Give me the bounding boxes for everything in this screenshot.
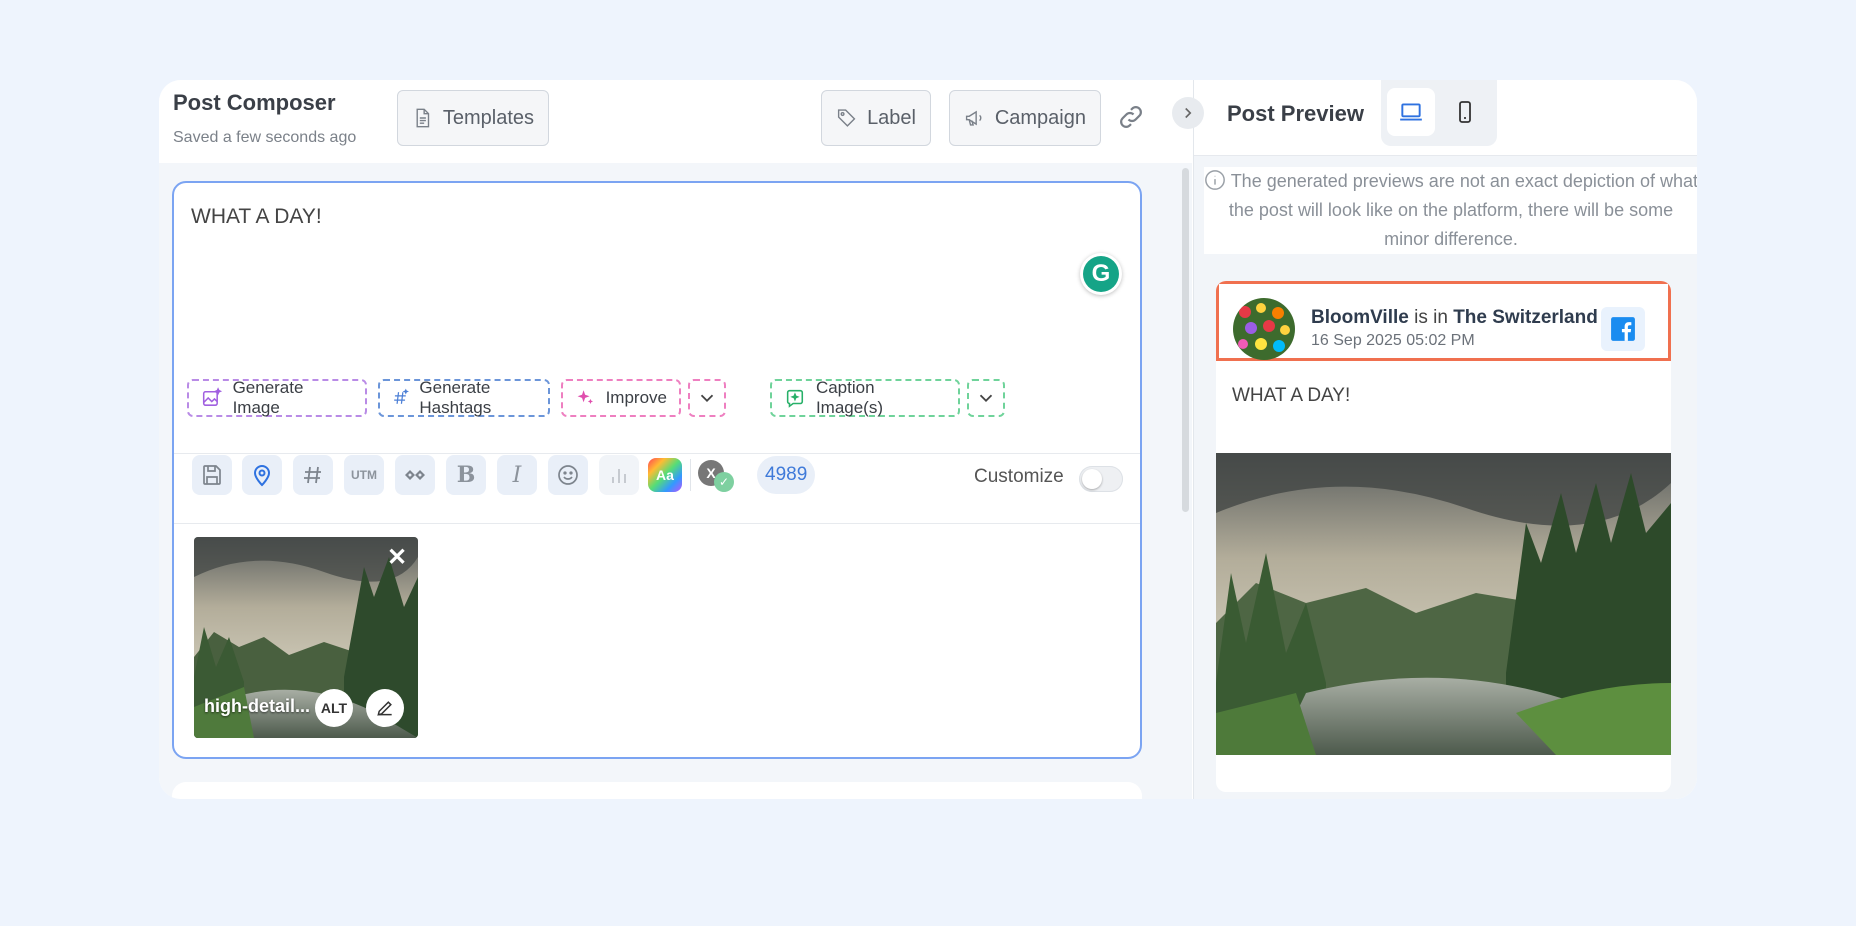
post-editor[interactable]: WHAT A DAY! G Generate Image Generate Ha… bbox=[172, 181, 1142, 759]
post-preview-text: WHAT A DAY! bbox=[1232, 385, 1351, 406]
italic-icon[interactable]: I bbox=[497, 455, 537, 495]
generate-hashtags-label: Generate Hashtags bbox=[419, 378, 492, 417]
location-icon[interactable] bbox=[242, 455, 282, 495]
sparkle-icon bbox=[577, 390, 594, 405]
desktop-icon[interactable] bbox=[1387, 88, 1435, 136]
avatar bbox=[1233, 298, 1295, 360]
post-header: BloomVille is in The Switzerland 16 Sep … bbox=[1216, 281, 1671, 361]
ai-image-icon bbox=[202, 387, 223, 406]
alt-text-button[interactable]: ALT bbox=[315, 689, 353, 727]
next-section-card bbox=[172, 782, 1142, 799]
x-verified-icon[interactable]: X ✓ bbox=[698, 458, 738, 494]
preview-pane: Post Preview The generated previews are … bbox=[1193, 80, 1697, 799]
templates-button[interactable]: Templates bbox=[397, 90, 549, 146]
megaphone-icon bbox=[965, 110, 982, 126]
saved-status: Saved a few seconds ago bbox=[173, 129, 357, 146]
post-preview-image bbox=[1216, 453, 1671, 755]
caption-images-button[interactable]: Caption Image(s) bbox=[770, 378, 960, 417]
divider bbox=[690, 459, 691, 491]
chevron-down-icon bbox=[700, 394, 714, 403]
facebook-post-preview: BloomVille is in The Switzerland 16 Sep … bbox=[1216, 281, 1671, 792]
improve-options-button[interactable] bbox=[688, 379, 726, 417]
improve-button[interactable]: Improve bbox=[561, 379, 681, 417]
media-filename: high-detail... bbox=[204, 696, 310, 716]
save-icon[interactable] bbox=[192, 455, 232, 495]
info-icon bbox=[1205, 170, 1225, 190]
label-label: Label bbox=[867, 106, 916, 129]
label-button[interactable]: Label bbox=[821, 90, 931, 146]
campaign-button[interactable]: Campaign bbox=[949, 90, 1101, 146]
post-composer-app: Post Composer Saved a few seconds ago Te… bbox=[159, 80, 1697, 799]
post-author-line: BloomVille is in The Switzerland bbox=[1311, 307, 1598, 329]
link-shortener-icon[interactable] bbox=[395, 455, 435, 495]
ai-caption-icon bbox=[786, 389, 804, 408]
account-name: BloomVille bbox=[1311, 307, 1409, 328]
character-count: 4989 bbox=[757, 456, 816, 494]
edit-media-button[interactable] bbox=[366, 689, 404, 727]
emoji-icon[interactable] bbox=[548, 455, 588, 495]
remove-media-button[interactable]: ✕ bbox=[386, 546, 408, 570]
post-date: 16 Sep 2025 05:02 PM bbox=[1311, 332, 1475, 349]
post-text-input[interactable]: WHAT A DAY! bbox=[191, 205, 322, 229]
post-location: The Switzerland bbox=[1453, 307, 1598, 328]
caption-images-label: Caption Image(s) bbox=[815, 378, 884, 417]
ai-hashtag-icon bbox=[394, 388, 410, 404]
grammarly-icon[interactable]: G bbox=[1080, 253, 1122, 295]
caption-options-button[interactable] bbox=[967, 379, 1005, 417]
collapse-preview-button[interactable] bbox=[1172, 97, 1204, 129]
composer-scrollbar[interactable] bbox=[1182, 168, 1189, 512]
composer-header: Post Composer Saved a few seconds ago Te… bbox=[159, 80, 1192, 163]
chevron-down-icon bbox=[979, 394, 993, 403]
mobile-icon[interactable] bbox=[1441, 88, 1489, 136]
chevron-right-icon bbox=[1185, 107, 1192, 119]
composer-pane: Post Composer Saved a few seconds ago Te… bbox=[159, 80, 1192, 799]
generate-image-button[interactable]: Generate Image bbox=[187, 378, 367, 417]
facebook-icon bbox=[1601, 307, 1645, 351]
campaign-label: Campaign bbox=[994, 106, 1086, 129]
improve-label: Improve bbox=[605, 388, 667, 407]
preview-title: Post Preview bbox=[1227, 101, 1364, 126]
divider bbox=[174, 453, 1140, 454]
document-icon bbox=[416, 108, 430, 128]
is-in-text: is in bbox=[1414, 307, 1448, 328]
generate-hashtags-button[interactable]: Generate Hashtags bbox=[378, 378, 550, 417]
preview-notice: The generated previews are not an exact … bbox=[1204, 167, 1697, 254]
customize-label: Customize bbox=[974, 466, 1064, 487]
font-style-icon[interactable]: Aa bbox=[648, 458, 682, 492]
preview-header: Post Preview bbox=[1194, 80, 1697, 156]
preview-notice-text: The generated previews are not an exact … bbox=[1228, 171, 1697, 249]
templates-label: Templates bbox=[442, 106, 534, 129]
media-thumbnail[interactable]: ✕ high-detail... ALT bbox=[194, 537, 418, 738]
divider bbox=[174, 523, 1140, 524]
page-title: Post Composer bbox=[173, 90, 336, 115]
poll-icon[interactable] bbox=[599, 455, 639, 495]
generate-image-label: Generate Image bbox=[232, 378, 304, 417]
device-toggle bbox=[1381, 80, 1497, 146]
customize-toggle[interactable] bbox=[1079, 466, 1123, 492]
utm-icon[interactable]: UTM bbox=[344, 455, 384, 495]
hashtag-icon[interactable] bbox=[293, 455, 333, 495]
tag-icon bbox=[837, 109, 856, 127]
pencil-icon bbox=[377, 701, 392, 716]
bold-icon[interactable]: B bbox=[446, 455, 486, 495]
link-icon[interactable] bbox=[1116, 102, 1146, 132]
